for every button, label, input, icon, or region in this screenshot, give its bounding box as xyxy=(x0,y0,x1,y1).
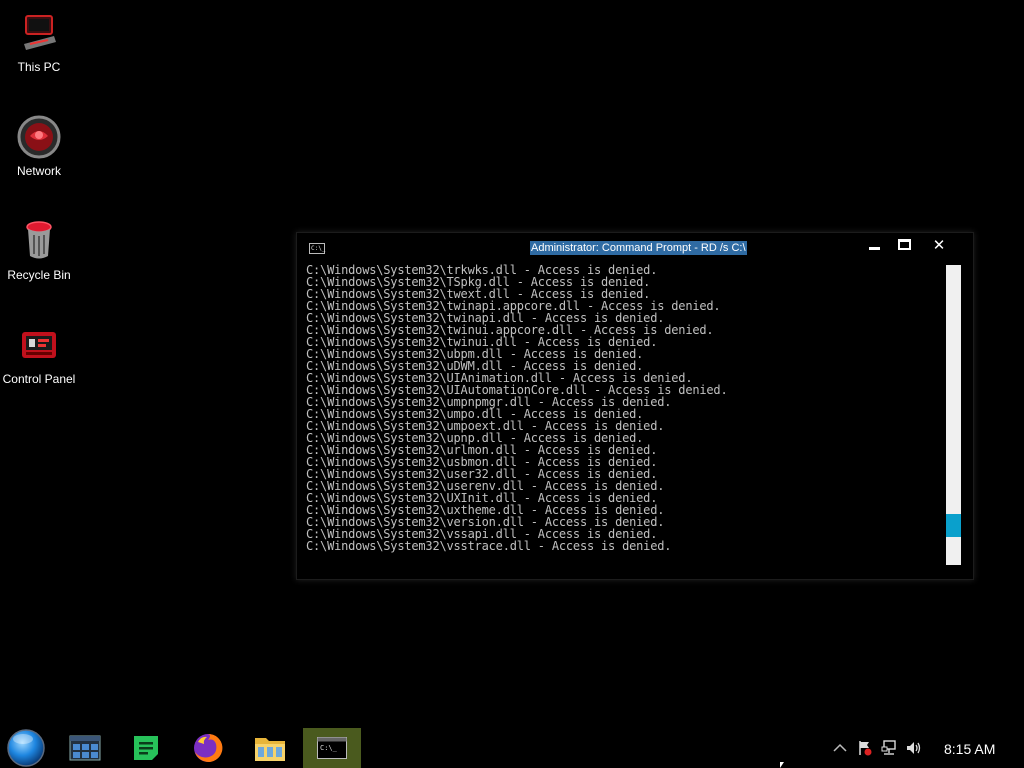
taskbar-clock[interactable]: 8:15 AM xyxy=(944,741,995,757)
desktop-icon-control-panel[interactable]: Control Panel xyxy=(0,322,78,386)
minimize-button[interactable] xyxy=(859,235,889,257)
desktop-icon-network[interactable]: Network xyxy=(0,114,78,178)
start-orb-icon xyxy=(7,729,45,767)
command-prompt-window[interactable]: C:\_ Administrator: Command Prompt - RD … xyxy=(296,232,974,580)
console-line: C:\Windows\System32\vsstrace.dll - Acces… xyxy=(306,539,672,553)
command-prompt-icon[interactable]: C:\_ xyxy=(309,243,325,254)
vertical-scrollbar[interactable] xyxy=(946,265,961,565)
control-panel-icon xyxy=(16,322,62,368)
taskbar-item-firefox[interactable] xyxy=(179,728,237,768)
network-status-icon[interactable] xyxy=(881,740,897,756)
desktop-icon-recycle-bin[interactable]: Recycle Bin xyxy=(0,218,78,282)
firefox-icon xyxy=(194,733,223,762)
action-center-flag-icon[interactable] xyxy=(857,740,873,756)
taskbar-item-command-prompt[interactable]: C:\_ xyxy=(303,728,361,768)
taskbar-item-file-explorer[interactable] xyxy=(241,728,299,768)
mouse-cursor xyxy=(780,762,784,768)
network-icon xyxy=(16,114,62,160)
file-explorer-icon xyxy=(255,738,285,761)
maximize-button[interactable] xyxy=(889,235,919,257)
taskbar-item-task-view[interactable] xyxy=(56,728,114,768)
window-titlebar[interactable]: C:\_ Administrator: Command Prompt - RD … xyxy=(297,233,973,263)
task-view-icon xyxy=(69,735,101,761)
computer-icon xyxy=(16,10,62,56)
volume-icon[interactable] xyxy=(905,740,921,756)
desktop-icon-this-pc[interactable]: This PC xyxy=(0,10,78,74)
scrollbar-thumb[interactable] xyxy=(946,514,961,537)
taskbar: C:\_ 8:15 AM xyxy=(0,728,1024,768)
start-button[interactable] xyxy=(0,728,58,768)
console-output[interactable]: C:\Windows\System32\trkwks.dll - Access … xyxy=(306,264,936,564)
svg-text:C:\_: C:\_ xyxy=(320,744,338,752)
taskbar-item-notes-app[interactable] xyxy=(117,728,175,768)
desktop-icon-label: Control Panel xyxy=(2,372,76,386)
window-title: Administrator: Command Prompt - RD /s C:… xyxy=(530,241,747,255)
desktop-icon-label: Network xyxy=(16,164,61,178)
desktop-icon-label: Recycle Bin xyxy=(7,268,71,282)
command-prompt-icon: C:\_ xyxy=(317,737,347,759)
show-hidden-icons-chevron-icon[interactable] xyxy=(832,740,848,756)
close-button[interactable]: ✕ xyxy=(924,235,954,257)
desktop-icon-label: This PC xyxy=(17,60,61,74)
recycle-bin-icon xyxy=(16,218,62,264)
notes-app-icon xyxy=(134,736,158,760)
